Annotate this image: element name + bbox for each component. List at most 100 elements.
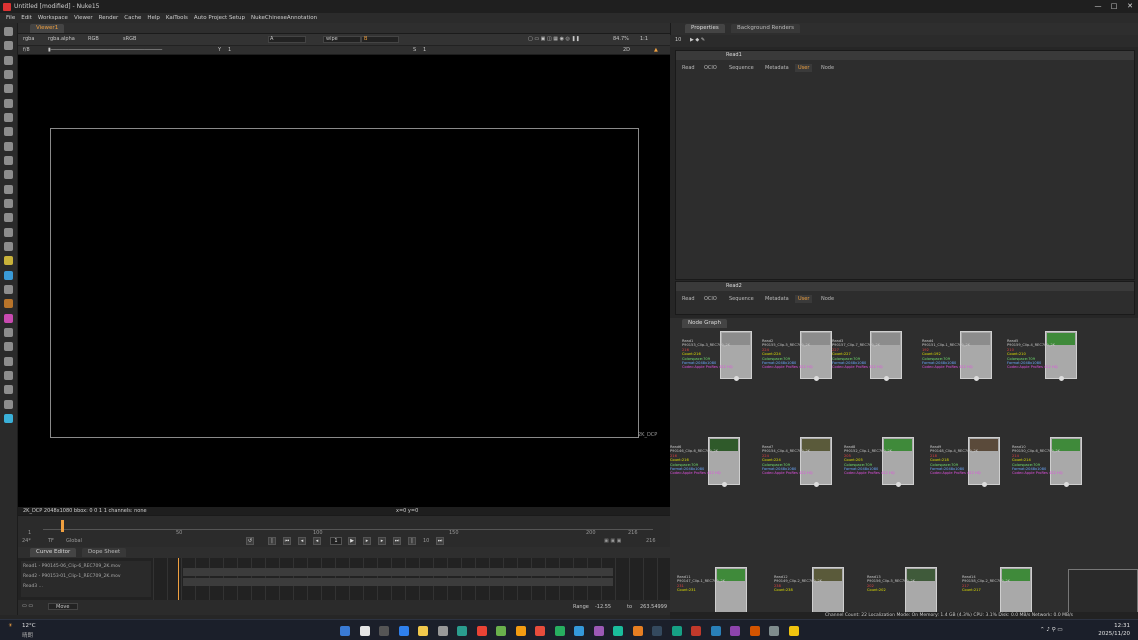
tab-node[interactable]: Node [818, 295, 837, 303]
list-item[interactable]: Read3 ... [23, 583, 149, 591]
plugin-cyan-icon[interactable] [4, 414, 13, 423]
menu-file[interactable]: File [3, 15, 18, 21]
max-panels-field[interactable]: 10 [675, 37, 681, 43]
taskbar-app-icon[interactable] [769, 626, 779, 636]
color-tool-icon[interactable] [4, 84, 13, 93]
tab-sequence[interactable]: Sequence [726, 64, 757, 72]
tab-metadata[interactable]: Metadata [762, 295, 792, 303]
tab-node[interactable]: Node [818, 64, 837, 72]
views-tool-icon[interactable] [4, 199, 13, 208]
roi-icon[interactable]: ▢ ▭ ▣ ◫ ▦ ◉ ◎ ❚❚ [528, 36, 580, 42]
node-graph-canvas[interactable]: Read1 P90153_Clip-3_REC709_2K 216 Count:216… [670, 329, 1138, 615]
node-output-dot[interactable] [884, 376, 889, 381]
channel-tool-icon[interactable] [4, 70, 13, 79]
clip-range-bar[interactable] [183, 578, 613, 586]
menu-nuke-chinese-annotation[interactable]: NukeChineseAnnotation [248, 15, 320, 21]
view-mode-dropdown[interactable]: 2D [623, 47, 630, 53]
weather-icon[interactable]: ☀ [8, 623, 13, 629]
last-frame-button[interactable]: | [408, 537, 416, 545]
taskbar-app-icon[interactable] [613, 626, 623, 636]
tray-icons[interactable]: ⌃ ♪ ⚲ ▭ [1040, 627, 1063, 633]
timeframe-dropdown[interactable]: TF [48, 538, 54, 544]
plugin-orange-icon[interactable] [4, 299, 13, 308]
display-dropdown[interactable]: RGB [88, 36, 99, 42]
menu-edit[interactable]: Edit [18, 15, 35, 21]
a-input-dropdown[interactable] [268, 36, 306, 43]
next-keyframe-button[interactable]: ▸ [378, 537, 386, 545]
taskbar-app-icon[interactable] [788, 626, 799, 636]
timeline-ruler[interactable] [43, 522, 653, 530]
tab-dope-sheet[interactable]: Dope Sheet [82, 548, 127, 557]
proxy-ratio-dropdown[interactable]: 1:1 [640, 36, 648, 42]
prev-frame-button[interactable]: ◂ [313, 537, 321, 545]
range-from-field[interactable]: -12.55 [595, 604, 611, 610]
range-to-field[interactable]: 263.54999 [640, 604, 667, 610]
taskbar-app-icon[interactable] [593, 626, 604, 636]
taskbar-app-icon[interactable] [671, 626, 682, 636]
tab-user[interactable]: User [795, 64, 813, 72]
3d-tool-icon[interactable] [4, 156, 13, 165]
node-output-dot[interactable] [982, 482, 987, 487]
plugin-gray-icon[interactable] [4, 285, 13, 294]
plugin-tool-3-icon[interactable] [4, 342, 13, 351]
node-output-dot[interactable] [814, 482, 819, 487]
taskbar-app-icon[interactable] [652, 626, 662, 636]
transform-tool-icon[interactable] [4, 142, 13, 151]
plugin-tool-4-icon[interactable] [4, 357, 13, 366]
time-tool-icon[interactable] [4, 56, 13, 65]
draw-tool-icon[interactable] [4, 41, 13, 50]
taskbar-app-icon[interactable] [379, 626, 389, 636]
tab-sequence[interactable]: Sequence [726, 295, 757, 303]
minimize-button[interactable]: — [1090, 0, 1106, 13]
deep-tool-icon[interactable] [4, 185, 13, 194]
tab-read[interactable]: Read [679, 295, 698, 303]
dope-sheet-area[interactable]: Read1 - P90145-06_Clip-6_REC709_2K.mov R… [18, 558, 670, 600]
clip-range-bar[interactable] [183, 568, 613, 576]
maximize-button[interactable]: □ [1106, 0, 1122, 13]
gain-field[interactable]: 1 [228, 47, 231, 53]
tab-background-renders[interactable]: Background Renders [731, 24, 801, 33]
weather-temp[interactable]: 12°C [22, 623, 36, 629]
node-output-dot[interactable] [974, 376, 979, 381]
gain-slider[interactable]: ▮───────────────────────────────────── [48, 47, 162, 53]
merge-tool-icon[interactable] [4, 127, 13, 136]
taskbar-app-icon[interactable] [515, 626, 526, 636]
taskbar-app-icon[interactable] [418, 626, 428, 636]
zoom-dropdown[interactable]: 84.7% [613, 36, 629, 42]
node-output-dot[interactable] [722, 482, 727, 487]
tab-read[interactable]: Read [679, 64, 698, 72]
tab-node-graph[interactable]: Node Graph [682, 319, 727, 328]
metadata-tool-icon[interactable] [4, 213, 13, 222]
first-frame-button[interactable]: | [268, 537, 276, 545]
plugin-tool-icon[interactable] [4, 256, 13, 265]
loop-icon[interactable]: ↺ [246, 537, 254, 545]
menu-kaitools[interactable]: KaiTools [163, 15, 191, 21]
tab-ocio[interactable]: OCIO [701, 295, 720, 303]
list-item[interactable]: Read1 - P90145-06_Clip-6_REC709_2K.mov [23, 563, 149, 571]
skip-forward-button[interactable]: ⏭ [393, 537, 401, 545]
skip-back-button[interactable]: ⏮ [283, 537, 291, 545]
taskbar-app-icon[interactable] [398, 626, 409, 636]
taskbar-app-icon[interactable] [535, 626, 545, 636]
taskbar-app-icon[interactable] [359, 626, 370, 636]
plugin-tool-6-icon[interactable] [4, 385, 13, 394]
tab-metadata[interactable]: Metadata [762, 64, 792, 72]
playback-options-icon[interactable]: ▣ ▣ ▣ [604, 538, 621, 544]
clock-time[interactable]: 12:31 [1090, 623, 1130, 629]
node-output-dot[interactable] [814, 376, 819, 381]
plugin-blue-icon[interactable] [4, 271, 13, 280]
current-frame-field[interactable]: 1 [330, 537, 342, 545]
tab-curve-editor[interactable]: Curve Editor [30, 548, 77, 557]
image-tool-icon[interactable] [4, 27, 13, 36]
node-output-dot[interactable] [734, 376, 739, 381]
plugin-magenta-icon[interactable] [4, 314, 13, 323]
end-frame-field[interactable]: 216 [646, 538, 656, 544]
taskbar-app-icon[interactable] [476, 626, 487, 636]
plugin-tool-2-icon[interactable] [4, 328, 13, 337]
taskbar-app-icon[interactable] [730, 626, 740, 636]
taskbar-app-icon[interactable] [749, 626, 760, 636]
clock-date[interactable]: 2025/11/20 [1090, 631, 1130, 637]
channels-dropdown[interactable]: rgba [23, 36, 34, 42]
curve-tools-icon[interactable]: ▭ ▭ [22, 603, 33, 609]
play-forward-button[interactable]: ▶ [348, 537, 356, 545]
